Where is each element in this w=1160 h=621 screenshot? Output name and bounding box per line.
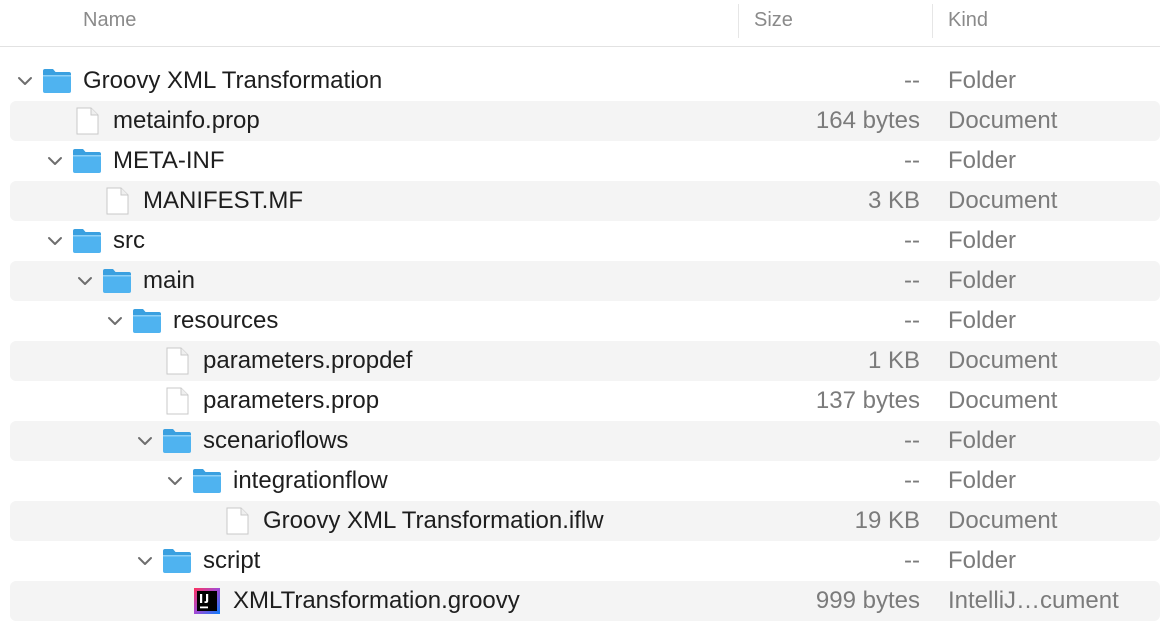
file-kind: Document <box>948 107 1058 134</box>
file-name[interactable]: resources <box>173 301 278 341</box>
file-name[interactable]: main <box>143 261 195 301</box>
file-size: 164 bytes <box>815 107 920 134</box>
disclosure-chevron-icon[interactable] <box>46 152 64 170</box>
name-column-header[interactable]: Name <box>83 0 136 40</box>
column-divider[interactable] <box>738 4 739 38</box>
file-name[interactable]: parameters.prop <box>203 381 379 421</box>
file-name[interactable]: META-INF <box>113 141 225 181</box>
disclosure-chevron-icon[interactable] <box>76 272 94 290</box>
list-item[interactable]: META-INF -- Folder <box>0 141 1160 181</box>
folder-icon <box>102 266 132 296</box>
disclosure-chevron-icon[interactable] <box>106 312 124 330</box>
file-kind: Folder <box>948 267 1017 294</box>
column-divider[interactable] <box>932 4 933 38</box>
file-name[interactable]: Groovy XML Transformation.iflw <box>263 501 604 541</box>
disclosure-chevron-icon[interactable] <box>136 552 154 570</box>
file-size: -- <box>904 227 920 254</box>
document-icon <box>72 106 102 136</box>
file-kind: Folder <box>948 307 1017 334</box>
list-item[interactable]: parameters.propdef 1 KB Document <box>0 341 1160 381</box>
file-size: 19 KB <box>854 507 920 534</box>
folder-icon <box>192 466 222 496</box>
folder-icon <box>72 226 102 256</box>
document-icon <box>222 506 252 536</box>
folder-icon <box>132 306 162 336</box>
list-item[interactable]: src -- Folder <box>0 221 1160 261</box>
file-size: -- <box>904 67 920 94</box>
file-name[interactable]: MANIFEST.MF <box>143 181 303 221</box>
file-kind: Folder <box>948 467 1017 494</box>
folder-icon <box>162 426 192 456</box>
file-size: -- <box>904 547 920 574</box>
kind-column-header[interactable]: Kind <box>948 0 988 40</box>
folder-icon <box>162 546 192 576</box>
file-size: -- <box>904 307 920 334</box>
file-size: -- <box>904 147 920 174</box>
size-column-header[interactable]: Size <box>754 0 793 40</box>
file-size: 137 bytes <box>815 387 920 414</box>
file-kind: Document <box>948 347 1058 374</box>
folder-icon <box>42 66 72 96</box>
file-size: 3 KB <box>867 187 920 214</box>
file-name[interactable]: script <box>203 541 260 581</box>
file-name[interactable]: integrationflow <box>233 461 388 501</box>
file-size: -- <box>904 467 920 494</box>
file-list: Groovy XML Transformation -- Folder metainf… <box>0 61 1160 621</box>
list-item[interactable]: scenarioflows -- Folder <box>0 421 1160 461</box>
list-item[interactable]: MANIFEST.MF 3 KB Document <box>0 181 1160 221</box>
file-size: 1 KB <box>867 347 920 374</box>
disclosure-chevron-icon[interactable] <box>46 232 64 250</box>
file-kind: Document <box>948 187 1058 214</box>
file-name[interactable]: Groovy XML Transformation <box>83 61 382 101</box>
list-item[interactable]: metainfo.prop 164 bytes Document <box>0 101 1160 141</box>
file-kind: Folder <box>948 147 1017 174</box>
list-item[interactable]: main -- Folder <box>0 261 1160 301</box>
list-item[interactable]: Groovy XML Transformation.iflw 19 KB Docum… <box>0 501 1160 541</box>
file-name[interactable]: scenarioflows <box>203 421 348 461</box>
list-item[interactable]: parameters.prop 137 bytes Document <box>0 381 1160 421</box>
list-item[interactable]: XMLTransformation.groovy 999 bytes Intelli… <box>0 581 1160 621</box>
disclosure-chevron-icon[interactable] <box>16 72 34 90</box>
file-name[interactable]: parameters.propdef <box>203 341 412 381</box>
disclosure-chevron-icon[interactable] <box>166 472 184 490</box>
file-name[interactable]: src <box>113 221 145 261</box>
list-item[interactable]: resources -- Folder <box>0 301 1160 341</box>
document-icon <box>162 346 192 376</box>
document-icon <box>162 386 192 416</box>
list-item[interactable]: script -- Folder <box>0 541 1160 581</box>
folder-icon <box>72 146 102 176</box>
file-kind: IntelliJ…cument <box>948 587 1119 614</box>
file-name[interactable]: metainfo.prop <box>113 101 260 141</box>
file-size: -- <box>904 267 920 294</box>
file-kind: Folder <box>948 547 1017 574</box>
file-kind: Document <box>948 507 1058 534</box>
file-kind: Folder <box>948 427 1017 454</box>
file-kind: Document <box>948 387 1058 414</box>
intellij-idea-icon <box>192 586 222 616</box>
document-icon <box>102 186 132 216</box>
file-kind: Folder <box>948 67 1017 94</box>
column-header: Name Size Kind <box>0 0 1160 47</box>
file-kind: Folder <box>948 227 1017 254</box>
file-size: 999 bytes <box>815 587 920 614</box>
disclosure-chevron-icon[interactable] <box>136 432 154 450</box>
list-item[interactable]: integrationflow -- Folder <box>0 461 1160 501</box>
file-size: -- <box>904 427 920 454</box>
list-item[interactable]: Groovy XML Transformation -- Folder <box>0 61 1160 101</box>
file-name[interactable]: XMLTransformation.groovy <box>233 581 520 621</box>
